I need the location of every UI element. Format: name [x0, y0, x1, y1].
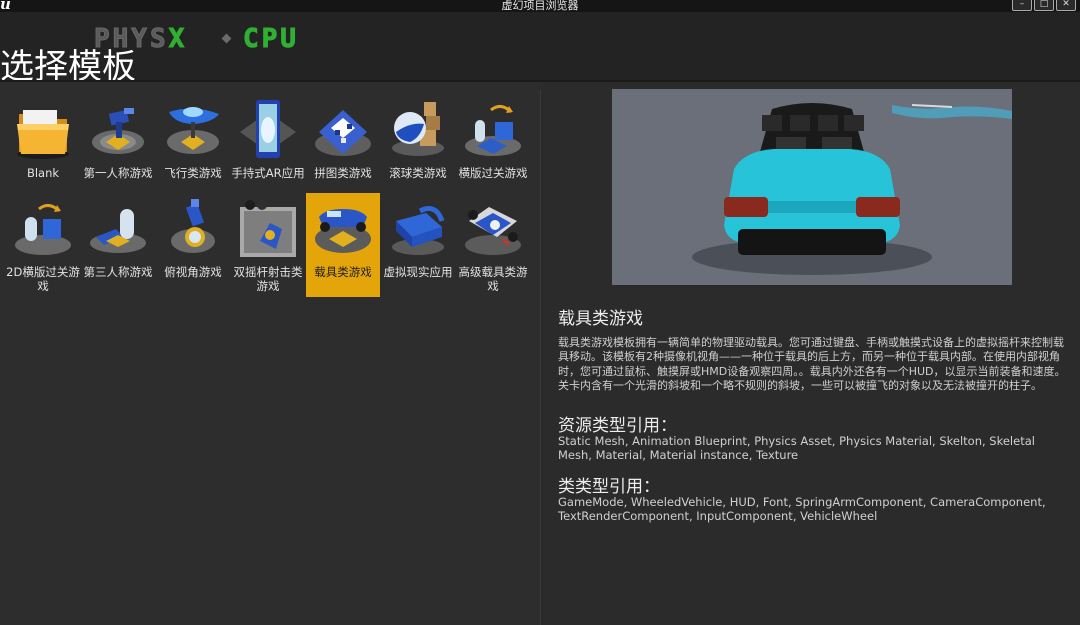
- template-label: 俯视角游戏: [164, 265, 222, 279]
- template-preview-image: [612, 89, 1012, 285]
- class-types-list: GameMode, WheeledVehicle, HUD, Font, Spr…: [558, 495, 1046, 524]
- cpu-logo: CPU: [243, 24, 299, 55]
- third-person-icon: [90, 209, 146, 253]
- asset-types-heading: 资源类型引用：: [558, 416, 677, 436]
- class-types-heading: 类类型引用：: [558, 477, 660, 497]
- side-scroller-icon: [465, 105, 521, 156]
- template-tile-handheld-ar[interactable]: 手持式AR应用: [231, 94, 305, 198]
- physx-separator-icon: [221, 33, 232, 44]
- window-title: 虚幻项目浏览器: [501, 0, 579, 12]
- template-tile-vehicle[interactable]: 载具类游戏: [306, 193, 380, 297]
- title-bar: u 虚幻项目浏览器 – □ ✕: [0, 0, 1080, 12]
- window-controls: – □ ✕: [1012, 0, 1076, 11]
- template-tile-twin-stick[interactable]: 双摇杆射击类游戏: [231, 193, 305, 297]
- template-label: 载具类游戏: [314, 265, 372, 279]
- template-name: 载具类游戏: [558, 309, 643, 329]
- first-person-icon: [92, 108, 144, 154]
- side-scroller-2d-icon: [15, 204, 71, 255]
- template-tile-puzzle[interactable]: 拼图类游戏: [306, 94, 380, 198]
- template-tile-flying[interactable]: 飞行类游戏: [156, 94, 230, 198]
- template-tile-side-scroller[interactable]: 横版过关游戏: [456, 94, 530, 198]
- folder-icon: [17, 110, 69, 159]
- template-label: 第一人称游戏: [83, 166, 153, 180]
- template-tile-third-person[interactable]: 第三人称游戏: [81, 193, 155, 297]
- template-label: Blank: [26, 166, 60, 180]
- panel-divider: [540, 90, 541, 625]
- template-tile-first-person[interactable]: 第一人称游戏: [81, 94, 155, 198]
- template-label: 第三人称游戏: [83, 265, 153, 279]
- template-label: 双摇杆射击类游戏: [233, 265, 303, 293]
- advanced-vehicle-icon: [465, 207, 521, 255]
- template-label: 滚球类游戏: [389, 166, 447, 180]
- template-tile-side-scroller-2d[interactable]: 2D横版过关游戏: [6, 193, 80, 297]
- template-tile-advanced-vehicle[interactable]: 高级载具类游戏: [456, 193, 530, 297]
- template-label: 2D横版过关游戏: [6, 265, 80, 293]
- template-tile-rolling[interactable]: 滚球类游戏: [381, 94, 455, 198]
- template-description: 载具类游戏模板拥有一辆简单的物理驱动载具。您可通过键盘、手柄或触摸式设备上的虚拟…: [558, 336, 1066, 393]
- minimize-button[interactable]: –: [1012, 0, 1032, 11]
- rolling-ball-icon: [392, 102, 444, 156]
- template-label: 高级载具类游戏: [458, 265, 528, 293]
- twin-stick-shooter-icon: [240, 200, 296, 257]
- template-label: 横版过关游戏: [458, 166, 528, 180]
- close-button[interactable]: ✕: [1056, 0, 1076, 11]
- puzzle-icon: [315, 110, 371, 156]
- template-tile-vr[interactable]: 虚拟现实应用: [381, 193, 455, 297]
- top-down-icon: [171, 199, 215, 253]
- maximize-button[interactable]: □: [1034, 0, 1054, 11]
- template-label: 虚拟现实应用: [383, 265, 453, 279]
- handheld-ar-icon: [240, 100, 296, 158]
- template-label: 拼图类游戏: [314, 166, 372, 180]
- template-label: 手持式AR应用: [231, 166, 305, 180]
- header: PHYSX CPU 选择模板: [0, 12, 1080, 87]
- vr-headset-icon: [392, 206, 445, 255]
- template-tile-top-down[interactable]: 俯视角游戏: [156, 193, 230, 297]
- template-tile-blank[interactable]: Blank: [6, 94, 80, 198]
- flying-ship-icon: [167, 107, 219, 154]
- physx-x: X: [168, 24, 188, 55]
- template-label: 飞行类游戏: [164, 166, 222, 180]
- vehicle-icon: [315, 209, 371, 253]
- asset-types-list: Static Mesh, Animation Blueprint, Physic…: [558, 434, 1035, 463]
